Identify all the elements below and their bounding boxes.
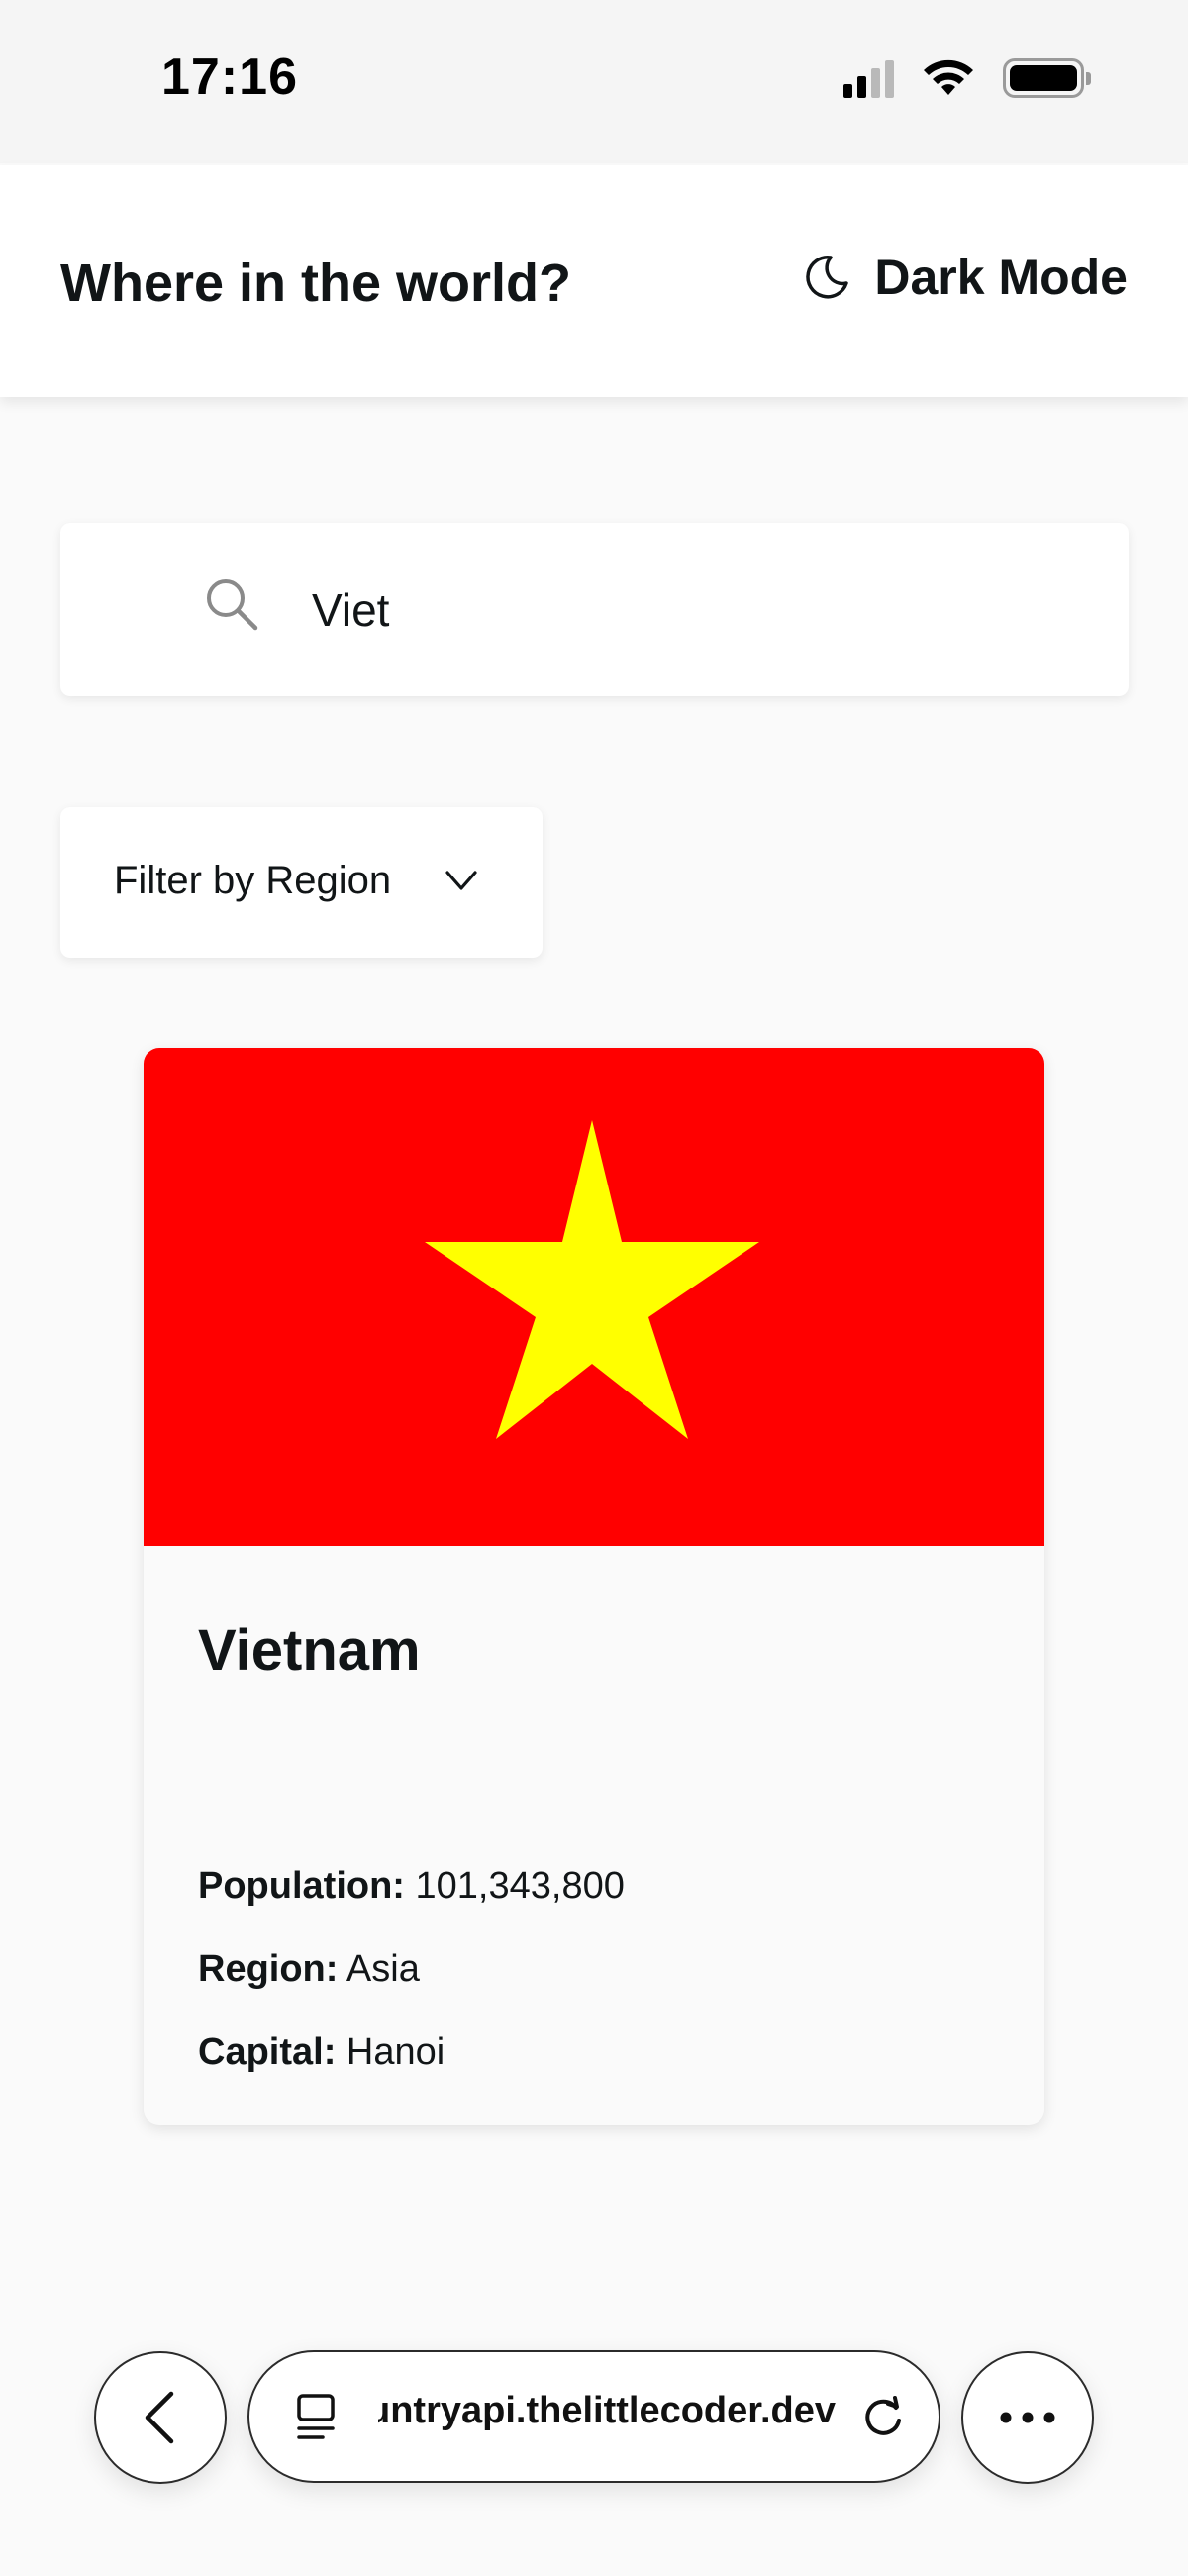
region-filter-dropdown[interactable]: Filter by Region (60, 807, 543, 958)
card-body: Vietnam Population: 101,343,800 Region: … (198, 1617, 1005, 2073)
dark-mode-toggle[interactable]: Dark Mode (801, 249, 1128, 306)
app-title: Where in the world? (60, 254, 572, 313)
address-bar[interactable]: countryapi.thelittlecoder.dev (248, 2350, 940, 2483)
search-box[interactable] (60, 523, 1129, 696)
battery-icon (1003, 58, 1091, 98)
wifi-icon (924, 59, 973, 95)
ellipsis-icon (1000, 2412, 1055, 2423)
fact-value: Asia (346, 1948, 420, 1990)
fact-value: 101,343,800 (415, 1865, 625, 1906)
tabs-icon (297, 2394, 335, 2439)
search-input[interactable] (312, 572, 1104, 647)
fact-label: Region: (198, 1948, 339, 1990)
search-icon (207, 579, 258, 631)
filter-label: Filter by Region (114, 859, 392, 902)
country-name: Vietnam (198, 1618, 421, 1683)
fact-label: Capital: (198, 2031, 337, 2073)
url-text[interactable]: countryapi.thelittlecoder.dev (378, 2390, 836, 2445)
country-facts: Population: 101,343,800 Region: Asia Cap… (198, 1865, 625, 2114)
reload-icon[interactable] (858, 2394, 908, 2443)
more-options-button[interactable] (961, 2351, 1094, 2484)
status-icons (843, 57, 1091, 99)
cellular-signal-icon (843, 58, 894, 98)
dark-mode-label: Dark Mode (874, 250, 1128, 305)
fact-value: Hanoi (346, 2031, 446, 2073)
moon-icon (806, 256, 849, 299)
region-fact: Region: Asia (198, 1948, 625, 2031)
chevron-down-icon (446, 871, 477, 890)
chevron-left-icon (145, 2391, 174, 2444)
back-button[interactable] (94, 2351, 227, 2484)
country-card[interactable]: Vietnam Population: 101,343,800 Region: … (144, 1048, 1044, 2125)
status-bar: 17:16 (0, 0, 1188, 163)
fact-label: Population: (198, 1865, 405, 1906)
capital-fact: Capital: Hanoi (198, 2031, 625, 2114)
status-time: 17:16 (161, 49, 298, 106)
population-fact: Population: 101,343,800 (198, 1865, 625, 1948)
country-flag (144, 1048, 1044, 1546)
app-header: Where in the world? Dark Mode (0, 165, 1188, 397)
